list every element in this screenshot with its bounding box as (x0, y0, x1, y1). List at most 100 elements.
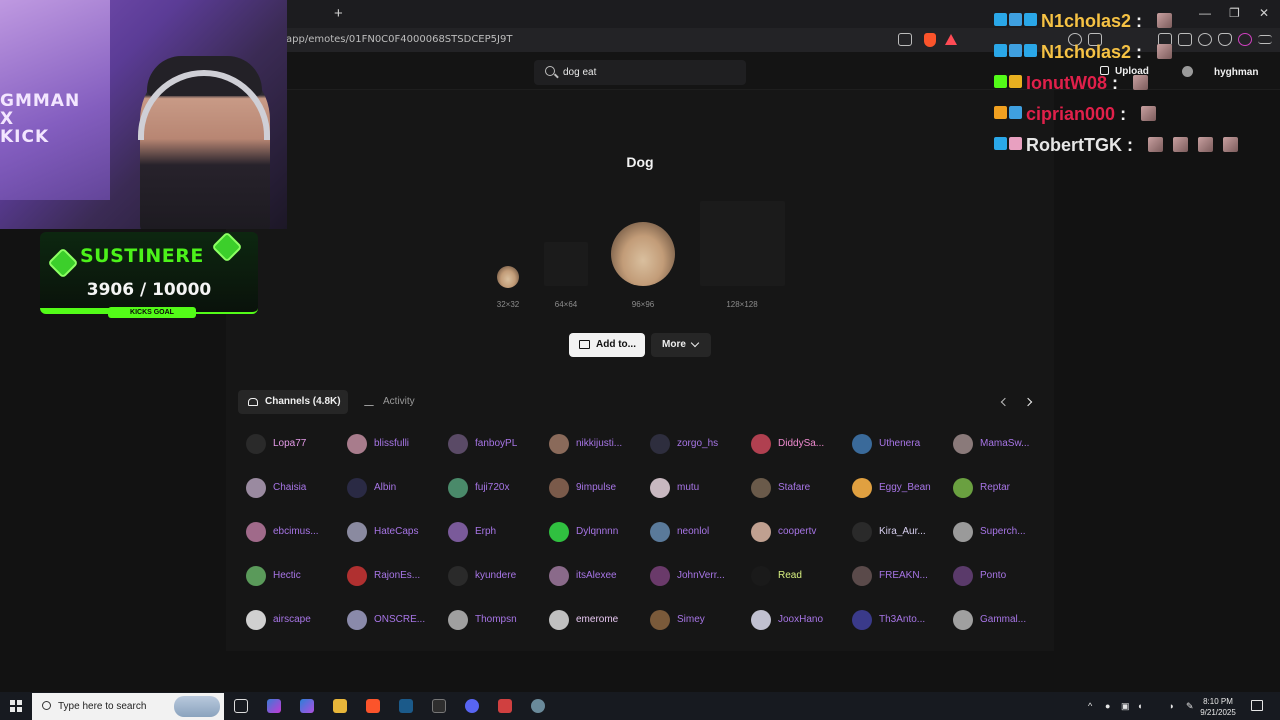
channel-item[interactable]: kyundere (448, 566, 548, 586)
channel-avatar (751, 434, 771, 454)
channel-item[interactable]: airscape (246, 610, 346, 630)
channel-item[interactable]: 9impulse (549, 478, 649, 498)
brave-rewards-icon[interactable] (945, 34, 957, 45)
channel-item[interactable]: itsAlexee (549, 566, 649, 586)
copilot-app-icon[interactable] (300, 699, 314, 713)
channel-name: Simey (677, 614, 705, 625)
prev-page-button[interactable] (1000, 397, 1010, 407)
more-label: More (662, 339, 686, 350)
user-menu[interactable]: hyghman (1182, 66, 1258, 78)
taskbar-search[interactable]: Type here to search (32, 693, 224, 720)
channel-item[interactable]: blissfulli (347, 434, 447, 454)
channel-item[interactable]: Simey (650, 610, 750, 630)
channel-item[interactable]: nikkijusti... (549, 434, 649, 454)
channel-item[interactable]: emerome (549, 610, 649, 630)
windows-start-icon[interactable] (10, 700, 22, 712)
channel-item[interactable]: JohnVerr... (650, 566, 750, 586)
add-to-button[interactable]: Add to... (569, 333, 645, 357)
wallet-icon[interactable] (1178, 33, 1192, 46)
new-tab-button[interactable]: + (334, 5, 343, 22)
app-icon[interactable] (531, 699, 545, 713)
size-label-64: 64×64 (554, 300, 578, 309)
channel-item[interactable]: neonlol (650, 522, 750, 542)
channel-item[interactable]: Th3Anto... (852, 610, 952, 630)
speaker-icon[interactable]: ◗ (1169, 701, 1174, 711)
more-button[interactable]: More (651, 333, 711, 357)
channel-item[interactable]: JooxHano (751, 610, 851, 630)
terminal-icon[interactable] (432, 699, 446, 713)
channel-item[interactable]: Reptar (953, 478, 1053, 498)
tab-activity[interactable]: Activity (356, 390, 416, 414)
channel-item[interactable]: DiddySa... (751, 434, 851, 454)
channel-item[interactable]: MamaSw... (953, 434, 1053, 454)
microphone-icon[interactable]: ● (1105, 701, 1110, 711)
channel-item[interactable]: Stafare (751, 478, 851, 498)
notifications-icon[interactable] (1251, 700, 1263, 711)
webcam-overlay: GMMAN X KICK (0, 0, 287, 229)
channel-item[interactable]: Dylqnnnn (549, 522, 649, 542)
volume-icon[interactable]: ◖ (1137, 701, 1142, 711)
channel-item[interactable]: Kira_Aur... (852, 522, 952, 542)
next-page-button[interactable] (1023, 397, 1033, 407)
emote-preview-64 (544, 242, 588, 286)
show-hidden-icons[interactable]: ^ (1088, 701, 1092, 711)
channel-item[interactable]: fanboyPL (448, 434, 548, 454)
leo-ai-icon[interactable] (1198, 33, 1212, 46)
search-highlight-image (174, 696, 220, 717)
restore-button[interactable]: ❐ (1229, 6, 1240, 20)
copilot-icon[interactable] (267, 699, 281, 713)
channel-item[interactable]: Chaisia (246, 478, 346, 498)
channel-item[interactable]: FREAKN... (852, 566, 952, 586)
task-view-icon[interactable] (234, 699, 248, 713)
channel-name: Lopa77 (273, 438, 307, 449)
chat-emote-image (1148, 137, 1163, 152)
channel-item[interactable]: ebcimus... (246, 522, 346, 542)
steam-icon[interactable] (399, 699, 413, 713)
minimize-button[interactable]: — (1199, 6, 1211, 20)
channel-item[interactable]: Superch... (953, 522, 1053, 542)
pen-icon[interactable]: ✎ (1186, 701, 1194, 712)
channel-item[interactable]: mutu (650, 478, 750, 498)
channel-item[interactable]: fuji720x (448, 478, 548, 498)
channel-item[interactable]: coopertv (751, 522, 851, 542)
users-icon (248, 398, 258, 406)
discord-icon[interactable] (465, 699, 479, 713)
channel-item[interactable]: zorgo_hs (650, 434, 750, 454)
channel-item[interactable]: ONSCRE... (347, 610, 447, 630)
channel-item[interactable]: Albin (347, 478, 447, 498)
close-window-button[interactable]: ✕ (1259, 6, 1269, 20)
search-box[interactable] (534, 60, 746, 85)
channel-item[interactable]: Gammal... (953, 610, 1053, 630)
channel-name: MamaSw... (980, 438, 1030, 449)
clock[interactable]: 8:10 PM 9/21/2025 (1196, 696, 1240, 718)
chat-separator: : (1127, 135, 1133, 155)
channel-avatar (549, 522, 569, 542)
chat-badge-icon (994, 106, 1007, 119)
channel-item[interactable]: Uthenera (852, 434, 952, 454)
brave-browser-icon[interactable] (366, 699, 380, 713)
search-input[interactable] (563, 60, 738, 85)
channel-item[interactable]: Thompsn (448, 610, 548, 630)
share-icon[interactable] (898, 33, 912, 46)
file-explorer-icon[interactable] (333, 699, 347, 713)
profile-icon[interactable] (1238, 33, 1252, 46)
channel-name: ebcimus... (273, 526, 319, 537)
chat-badge-icon (1024, 13, 1037, 26)
brave-shields-icon[interactable] (924, 33, 936, 47)
channel-item[interactable]: Lopa77 (246, 434, 346, 454)
channel-avatar (751, 478, 771, 498)
channel-item[interactable]: Erph (448, 522, 548, 542)
clock-time: 8:10 PM (1203, 697, 1233, 706)
channel-item[interactable]: Read (751, 566, 851, 586)
channel-item[interactable]: RajonEs... (347, 566, 447, 586)
menu-icon[interactable] (1258, 35, 1272, 44)
channel-avatar (751, 610, 771, 630)
camera-icon[interactable]: ▣ (1121, 701, 1130, 712)
channel-item[interactable]: Eggy_Bean (852, 478, 952, 498)
channel-item[interactable]: Hectic (246, 566, 346, 586)
tab-channels[interactable]: Channels (4.8K) (238, 390, 348, 414)
channel-item[interactable]: Ponto (953, 566, 1053, 586)
channel-item[interactable]: HateCaps (347, 522, 447, 542)
url-text[interactable]: app/emotes/01FN0C0F4000068STSDCEP5J9T (286, 34, 512, 45)
app-icon[interactable] (498, 699, 512, 713)
